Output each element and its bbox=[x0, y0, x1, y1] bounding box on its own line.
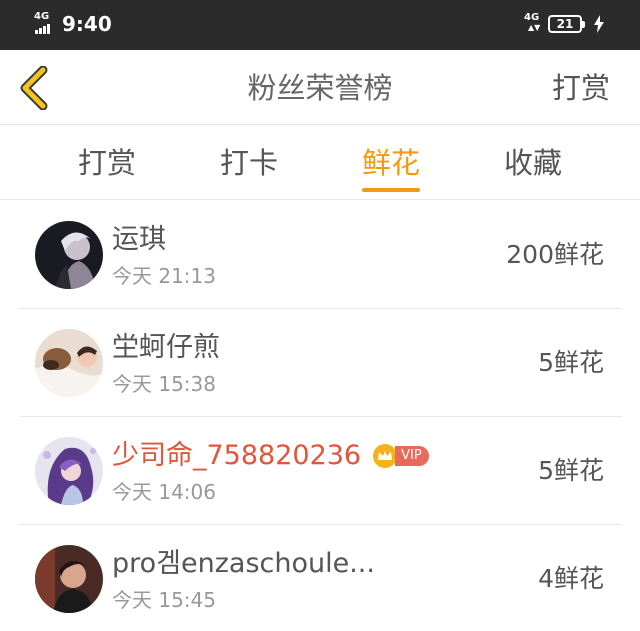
fan-time: 今天 15:45 bbox=[112, 588, 216, 612]
avatar bbox=[35, 329, 103, 397]
fan-name: 少司命_758820236 bbox=[112, 440, 362, 471]
fan-name: 坣蚵仔煎 bbox=[112, 332, 220, 363]
fan-name: 运琪 bbox=[112, 224, 166, 255]
nav-bar: 粉丝荣誉榜 打赏 bbox=[0, 50, 640, 125]
page-title: 粉丝荣誉榜 bbox=[247, 71, 393, 105]
avatar bbox=[35, 545, 103, 613]
network-type-right: 4G bbox=[524, 12, 540, 23]
network-type: 4G bbox=[34, 11, 50, 22]
fan-time: 今天 15:38 bbox=[112, 372, 216, 396]
battery-icon: 21 bbox=[548, 15, 585, 33]
crown-icon bbox=[373, 444, 398, 468]
signal-icon: 4G bbox=[34, 12, 56, 36]
status-bar: 4G 9:40 4G ▲▼ 21 bbox=[0, 0, 640, 50]
name-line: 坣蚵仔煎 bbox=[112, 331, 220, 365]
status-left: 4G 9:40 bbox=[34, 12, 112, 37]
clock: 9:40 bbox=[62, 12, 112, 36]
flower-count: 4鲜花 bbox=[538, 564, 604, 593]
tab-label: 打赏 bbox=[78, 146, 137, 180]
active-tab-indicator bbox=[362, 188, 420, 192]
fan-time: 今天 21:13 bbox=[112, 264, 216, 288]
tab-checkin[interactable]: 打卡 bbox=[220, 144, 278, 192]
flower-count: 5鲜花 bbox=[538, 348, 604, 377]
name-line: pro겜enzaschoule... bbox=[112, 547, 375, 581]
tab-label: 鲜花 bbox=[362, 146, 421, 180]
name-line: 少司命_758820236 VIP bbox=[112, 439, 429, 473]
list-item[interactable]: 少司命_758820236 VIP 今天 14:06 5鲜花 bbox=[20, 417, 622, 525]
reward-button[interactable]: 打赏 bbox=[552, 70, 610, 106]
fan-list: 运琪 今天 21:13 200鲜花 坣蚵仔煎 今天 15:38 5鲜花 少司命_… bbox=[0, 201, 640, 631]
flower-count: 5鲜花 bbox=[538, 456, 604, 485]
vip-badge: VIP bbox=[395, 446, 429, 466]
fan-name: pro겜enzaschoule... bbox=[112, 548, 375, 579]
name-line: 运琪 bbox=[112, 223, 166, 257]
avatar bbox=[35, 221, 103, 289]
fan-time: 今天 14:06 bbox=[112, 480, 216, 504]
tab-flowers[interactable]: 鲜花 bbox=[362, 144, 420, 192]
mobile-data-icon: 4G ▲▼ bbox=[524, 12, 541, 32]
tab-label: 收藏 bbox=[504, 146, 563, 180]
avatar bbox=[35, 437, 103, 505]
tab-bar: 打赏 打卡 鲜花 收藏 bbox=[0, 126, 640, 200]
list-item[interactable]: 坣蚵仔煎 今天 15:38 5鲜花 bbox=[20, 309, 622, 417]
charging-icon bbox=[594, 15, 604, 33]
status-right: 4G ▲▼ 21 bbox=[524, 13, 604, 35]
flower-count: 200鲜花 bbox=[506, 240, 604, 269]
tab-reward[interactable]: 打赏 bbox=[78, 144, 136, 192]
list-item[interactable]: 运琪 今天 21:13 200鲜花 bbox=[20, 201, 622, 309]
tab-label: 打卡 bbox=[220, 146, 279, 180]
battery-level: 21 bbox=[556, 17, 574, 31]
list-item[interactable]: pro겜enzaschoule... 今天 15:45 4鲜花 bbox=[20, 525, 622, 631]
tab-favorites[interactable]: 收藏 bbox=[504, 144, 562, 192]
